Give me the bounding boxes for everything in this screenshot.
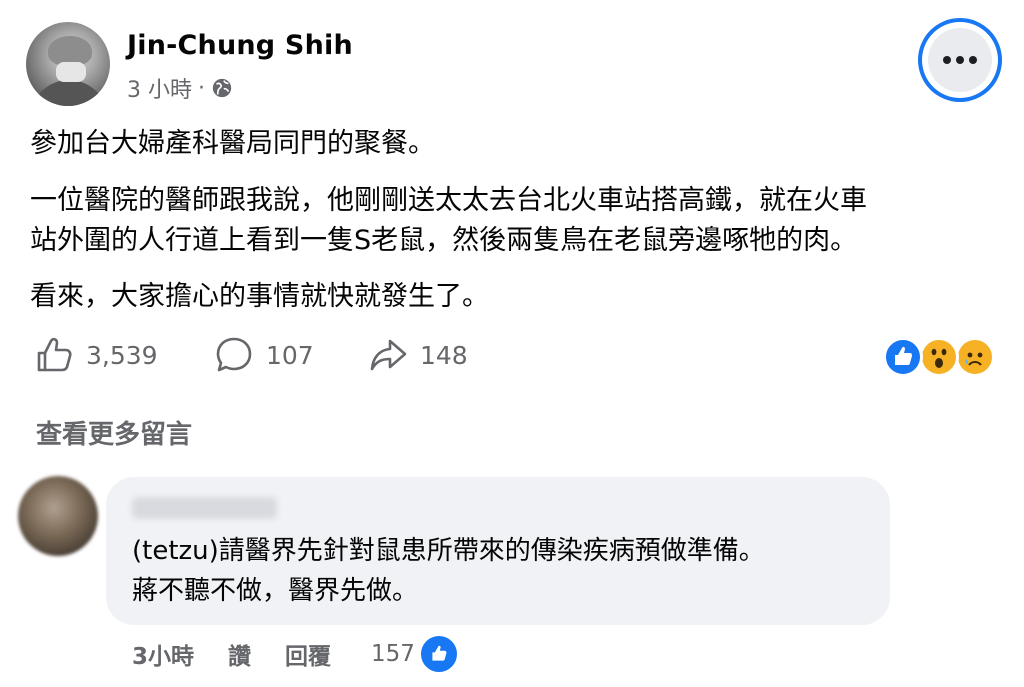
see-more-comments-link[interactable]: 查看更多留言 xyxy=(36,414,192,451)
post-text-paragraph-2-line-2: 站外圍的人行道上看到一隻S老鼠，然後兩隻鳥在老鼠旁邊啄牠的肉。 xyxy=(30,225,858,256)
share-count: 148 xyxy=(420,340,468,370)
comment-reply-button[interactable]: 回覆 xyxy=(285,637,331,671)
comment-reaction-count[interactable]: 157 xyxy=(371,641,415,667)
share-button[interactable]: 148 xyxy=(368,335,468,375)
comment-bubble: (tetzu)請醫界先針對鼠患所帶來的傳染疾病預做準備。 蔣不聽不做，醫界先做。 xyxy=(106,477,890,625)
comment-count: 107 xyxy=(266,340,314,370)
more-icon xyxy=(928,28,992,92)
comment-button[interactable]: 107 xyxy=(214,335,314,375)
like-button[interactable]: 3,539 xyxy=(34,335,158,375)
share-icon xyxy=(370,339,407,371)
meta-separator: · xyxy=(198,75,205,101)
more-options-button[interactable] xyxy=(918,18,1002,102)
reaction-summary[interactable] xyxy=(883,337,999,377)
comment-text-line-2: 蔣不聽不做，醫界先做。 xyxy=(132,576,419,606)
author-name[interactable]: Jin-Chung Shih xyxy=(127,30,353,61)
author-avatar[interactable] xyxy=(26,22,110,106)
post-card: Jin-Chung Shih 3 小時 · 參加台大婦產科醫局同門的聚餐。 一位… xyxy=(0,0,1024,687)
post-text-paragraph-3: 看來，大家擔心的事情就快就發生了。 xyxy=(30,281,489,312)
sad-reaction-icon xyxy=(955,337,995,377)
comment-actions: 3小時 讚 回覆 157 xyxy=(132,634,459,674)
post-meta: 3 小時 · xyxy=(127,72,233,104)
comment-time[interactable]: 3小時 xyxy=(132,637,194,671)
post-text-paragraph-1: 參加台大婦產科醫局同門的聚餐。 xyxy=(30,128,435,159)
post-text-paragraph-2-line-1: 一位醫院的醫師跟我說，他剛剛送太太去台北火車站搭高鐵，就在火車 xyxy=(30,185,867,216)
comment-text-line-1: (tetzu)請醫界先針對鼠患所帶來的傳染疾病預做準備。 xyxy=(132,536,765,566)
globe-icon[interactable] xyxy=(211,77,233,99)
commenter-name-blurred[interactable] xyxy=(132,497,277,519)
post-time[interactable]: 3 小時 xyxy=(127,72,192,104)
comment-like-reaction-icon[interactable] xyxy=(418,634,459,674)
comment-icon xyxy=(216,337,252,372)
like-reaction-icon xyxy=(883,337,923,377)
post-actions-bar: 3,539 107 148 xyxy=(30,335,1020,381)
like-count: 3,539 xyxy=(86,340,158,370)
comment-text: (tetzu)請醫界先針對鼠患所帶來的傳染疾病預做準備。 蔣不聽不做，醫界先做。 xyxy=(132,531,765,611)
like-icon xyxy=(37,337,72,372)
wow-reaction-icon xyxy=(919,337,959,377)
comment-like-button[interactable]: 讚 xyxy=(228,637,251,671)
commenter-avatar[interactable] xyxy=(18,476,98,556)
